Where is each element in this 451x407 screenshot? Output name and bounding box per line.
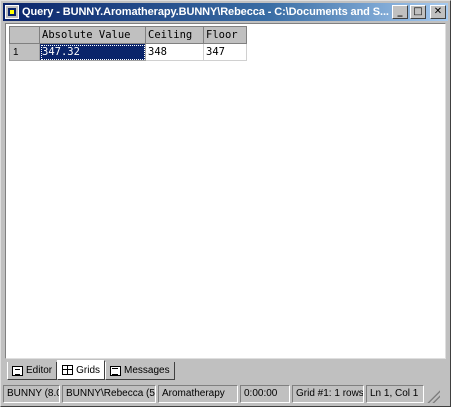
- status-cursor-position: Ln 1, Col 1: [366, 385, 424, 403]
- tab-editor[interactable]: Editor: [7, 362, 58, 380]
- tab-messages[interactable]: Messages: [105, 362, 175, 380]
- table-row: 1 347.32 348 347: [9, 43, 247, 61]
- maximize-button[interactable]: □: [410, 5, 426, 19]
- row-number[interactable]: 1: [9, 43, 40, 61]
- column-header-absolute-value[interactable]: Absolute Value: [39, 26, 146, 44]
- tab-messages-label: Messages: [124, 365, 170, 376]
- resize-grip-icon[interactable]: [426, 385, 440, 403]
- cell-ceiling[interactable]: 348: [145, 43, 204, 61]
- query-window-icon[interactable]: [5, 5, 19, 19]
- editor-icon: [12, 365, 23, 376]
- results-grid-pane[interactable]: Absolute Value Ceiling Floor 1 347.32 34…: [5, 23, 446, 359]
- window-title: Query - BUNNY.Aromatherapy.BUNNY\Rebecca…: [22, 6, 389, 18]
- title-bar[interactable]: Query - BUNNY.Aromatherapy.BUNNY\Rebecca…: [3, 3, 448, 21]
- close-button[interactable]: ✕: [430, 5, 446, 19]
- cell-absolute-value[interactable]: 347.32: [39, 43, 146, 61]
- results-grid: Absolute Value Ceiling Floor 1 347.32 34…: [9, 26, 247, 61]
- grid-corner[interactable]: [9, 26, 40, 44]
- status-database: Aromatherapy: [158, 385, 238, 403]
- status-bar: BUNNY (8.0) BUNNY\Rebecca (53 Aromathera…: [3, 385, 448, 403]
- status-grid-info: Grid #1: 1 rows: [292, 385, 364, 403]
- column-header-floor[interactable]: Floor: [203, 26, 247, 44]
- pane-tabs: Editor Grids Messages: [7, 360, 175, 381]
- grid-header-row: Absolute Value Ceiling Floor: [9, 26, 247, 44]
- column-header-ceiling[interactable]: Ceiling: [145, 26, 204, 44]
- status-server: BUNNY (8.0): [3, 385, 60, 403]
- messages-icon: [110, 365, 122, 376]
- query-window: Query - BUNNY.Aromatherapy.BUNNY\Rebecca…: [0, 0, 451, 407]
- grid-icon: [62, 365, 74, 375]
- window-controls: _ □ ✕: [392, 5, 446, 19]
- cell-floor[interactable]: 347: [203, 43, 247, 61]
- status-user: BUNNY\Rebecca (53: [62, 385, 156, 403]
- status-elapsed-time: 0:00:00: [240, 385, 290, 403]
- tab-grids-label: Grids: [76, 364, 101, 376]
- minimize-button[interactable]: _: [392, 5, 408, 19]
- tab-editor-label: Editor: [26, 365, 53, 376]
- tab-grids[interactable]: Grids: [57, 360, 106, 380]
